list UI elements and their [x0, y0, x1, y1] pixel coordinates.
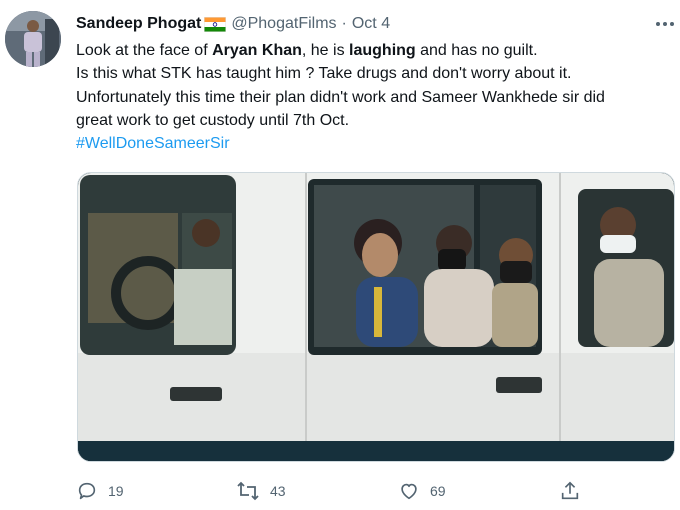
share-icon [559, 480, 581, 502]
like-button[interactable]: 69 [398, 478, 446, 504]
hashtag-link[interactable]: #WellDoneSameerSir [76, 132, 676, 155]
tweet-line-1: Look at the face of Aryan Khan, he is la… [76, 39, 676, 62]
author-avatar[interactable] [5, 11, 61, 67]
text-segment: , he is [301, 42, 350, 59]
mention-aryan-khan: Aryan Khan [212, 42, 302, 59]
author-name[interactable]: Sandeep Phogat [76, 15, 201, 33]
vehicle-photo-illustration [78, 173, 674, 461]
share-button[interactable] [559, 478, 581, 504]
tweet-header: Sandeep Phogat @PhogatFilms · Oct 4 [76, 14, 390, 34]
tweet-line-3: Unfortunately this time their plan didn'… [76, 88, 605, 106]
tweet-line-4: great work to get custody until 7th Oct. [76, 111, 350, 129]
retweet-icon [236, 480, 260, 502]
text-segment: and has no guilt. [415, 42, 538, 59]
more-horizontal-icon[interactable] [654, 16, 676, 32]
like-count: 69 [430, 483, 446, 499]
reply-count: 19 [108, 483, 124, 499]
text-segment: Look at the face of [76, 42, 213, 59]
author-handle[interactable]: @PhogatFilms [231, 15, 336, 33]
header-separator: · [341, 15, 347, 32]
tweet-line-2: Is this what STK has taught him ? Take d… [76, 65, 572, 83]
bold-laughing: laughing [349, 42, 416, 59]
more-dot [663, 22, 667, 26]
heart-icon [398, 480, 420, 502]
reply-button[interactable]: 19 [76, 478, 124, 504]
more-dot [670, 22, 674, 26]
retweet-count: 43 [270, 483, 286, 499]
tweet-body: Look at the face of Aryan Khan, he is la… [76, 39, 676, 155]
tweet-date[interactable]: Oct 4 [352, 15, 390, 33]
retweet-button[interactable]: 43 [236, 478, 286, 504]
reply-icon [76, 480, 98, 502]
more-dot [656, 22, 660, 26]
tweet-photo[interactable] [77, 172, 675, 462]
tweet-action-bar: 19 43 69 [76, 478, 676, 504]
india-flag-icon [204, 16, 227, 32]
